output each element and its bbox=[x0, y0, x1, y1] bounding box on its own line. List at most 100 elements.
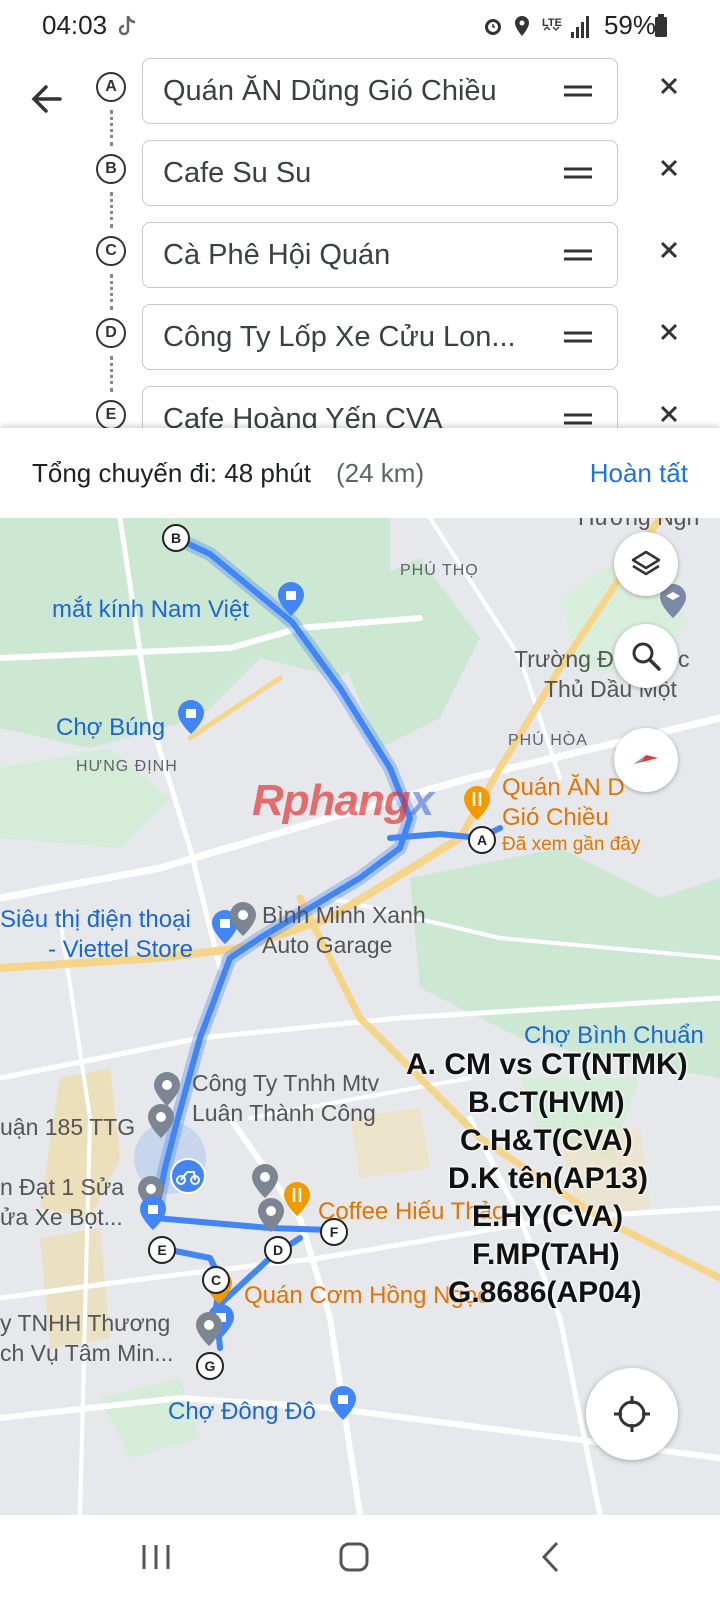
place-label: Chợ Đông Đô bbox=[168, 1398, 316, 1425]
back-icon[interactable] bbox=[530, 1537, 574, 1577]
stop-name: Cà Phê Hội Quán bbox=[163, 239, 391, 271]
place-label: Siêu thị điện thoại bbox=[0, 906, 191, 933]
overlay-note: F.MP(TAH) bbox=[472, 1238, 620, 1271]
stop-field-e[interactable]: Cafe Hoàng Yến CVA bbox=[142, 386, 618, 428]
remove-stop-button[interactable] bbox=[655, 236, 683, 264]
stop-row-c: C Cà Phê Hội Quán bbox=[0, 214, 720, 298]
trip-duration: Tổng chuyến đi: 48 phút bbox=[32, 458, 311, 488]
home-icon[interactable] bbox=[332, 1537, 376, 1577]
trip-distance: (24 km) bbox=[336, 458, 425, 488]
stop-marker-d: D bbox=[96, 318, 126, 348]
drag-handle-icon[interactable] bbox=[563, 407, 593, 428]
drag-handle-icon[interactable] bbox=[563, 79, 593, 103]
place-label: ửa Xe Bọt... bbox=[0, 1204, 123, 1230]
stop-name: Cafe Su Su bbox=[163, 157, 312, 189]
layers-button[interactable] bbox=[614, 532, 678, 596]
search-icon bbox=[632, 642, 661, 671]
place-label: uận 185 TTG bbox=[0, 1114, 136, 1140]
motorbike-icon bbox=[170, 1158, 206, 1194]
place-pin-icon[interactable] bbox=[148, 1104, 174, 1138]
alarm-icon bbox=[485, 19, 501, 35]
overlay-note: C.H&T(CVA) bbox=[460, 1124, 633, 1157]
place-label: Bình Minh Xanh bbox=[262, 902, 426, 928]
stop-row-b: B Cafe Su Su bbox=[0, 132, 720, 216]
shopping-pin-icon[interactable] bbox=[178, 700, 204, 734]
stop-marker-a: A bbox=[96, 72, 126, 102]
map-view[interactable]: Hương Ngh PHÚ THỌ mắt kính Nam Việt Trườ… bbox=[0, 518, 720, 1515]
stop-name: Công Ty Lốp Xe Cửu Lon... bbox=[163, 321, 516, 353]
stop-field-b[interactable]: Cafe Su Su bbox=[142, 140, 618, 206]
drag-handle-icon[interactable] bbox=[563, 161, 593, 185]
place-label: Gió Chiều bbox=[502, 804, 609, 831]
battery-icon bbox=[655, 14, 667, 37]
overlay-note: G.8686(AP04) bbox=[448, 1276, 642, 1309]
tiktok-icon bbox=[118, 15, 136, 36]
restaurant-pin-icon[interactable] bbox=[284, 1182, 310, 1216]
place-label: Auto Garage bbox=[262, 932, 393, 958]
route-marker-e[interactable]: E bbox=[148, 1236, 176, 1264]
stop-field-c[interactable]: Cà Phê Hội Quán bbox=[142, 222, 618, 288]
place-pin-icon[interactable] bbox=[252, 1164, 278, 1198]
drag-handle-icon[interactable] bbox=[563, 325, 593, 349]
route-marker-a[interactable]: A bbox=[468, 826, 496, 854]
restaurant-pin-icon[interactable] bbox=[464, 786, 490, 820]
remove-stop-button[interactable] bbox=[655, 154, 683, 182]
place-pin-icon[interactable] bbox=[196, 1312, 222, 1346]
search-along-route-button[interactable] bbox=[614, 624, 678, 688]
stop-name: Quán ĂN Dũng Gió Chiều bbox=[163, 75, 497, 107]
stop-row-e: E Cafe Hoàng Yến CVA bbox=[0, 378, 720, 428]
place-label: - Viettel Store bbox=[48, 936, 193, 963]
overlay-note: B.CT(HVM) bbox=[468, 1086, 625, 1119]
place-label: Quán ĂN D bbox=[502, 774, 625, 801]
done-button[interactable]: Hoàn tất bbox=[590, 458, 688, 489]
overlay-note: A. CM vs CT(NTMK) bbox=[406, 1048, 688, 1081]
stop-field-d[interactable]: Công Ty Lốp Xe Cửu Lon... bbox=[142, 304, 618, 370]
remove-stop-button[interactable] bbox=[655, 318, 683, 346]
route-marker-d[interactable]: D bbox=[264, 1236, 292, 1264]
stop-marker-c: C bbox=[96, 236, 126, 266]
compass-icon bbox=[634, 755, 658, 764]
route-marker-b[interactable]: B bbox=[162, 524, 190, 552]
battery-level: 59% bbox=[603, 10, 656, 40]
signal-icon bbox=[571, 16, 589, 38]
shopping-pin-icon[interactable] bbox=[278, 582, 304, 616]
place-label: Công Ty Tnhh Mtv bbox=[192, 1070, 380, 1096]
place-label: ch Vụ Tâm Min... bbox=[0, 1340, 174, 1366]
route-marker-g[interactable]: G bbox=[196, 1352, 224, 1380]
trip-summary-bar: Tổng chuyến đi: 48 phút (24 km) Hoàn tất bbox=[0, 428, 720, 518]
place-pin-icon[interactable] bbox=[154, 1072, 180, 1106]
route-marker-c[interactable]: C bbox=[202, 1266, 230, 1294]
drag-handle-icon[interactable] bbox=[563, 243, 593, 267]
stop-row-a: A Quán ĂN Dũng Gió Chiều bbox=[0, 50, 720, 134]
route-stops-panel: A Quán ĂN Dũng Gió Chiều B Cafe Su Su C … bbox=[0, 50, 720, 428]
status-time: 04:03 bbox=[42, 10, 108, 40]
place-label: Hương Ngh bbox=[578, 518, 699, 531]
place-label: y TNHH Thương bbox=[0, 1310, 171, 1336]
place-label: c bbox=[678, 646, 690, 672]
area-label: HƯNG ĐỊNH bbox=[76, 758, 178, 775]
stop-name: Cafe Hoàng Yến CVA bbox=[163, 403, 443, 428]
layers-icon bbox=[631, 550, 661, 576]
shopping-pin-icon[interactable] bbox=[140, 1196, 166, 1230]
area-label: PHÚ THỌ bbox=[400, 562, 479, 579]
stop-field-a[interactable]: Quán ĂN Dũng Gió Chiều bbox=[142, 58, 618, 124]
shopping-pin-icon[interactable] bbox=[330, 1386, 356, 1420]
stop-row-d: D Công Ty Lốp Xe Cửu Lon... bbox=[0, 296, 720, 380]
remove-stop-button[interactable] bbox=[655, 72, 683, 100]
my-location-icon bbox=[614, 1396, 650, 1432]
place-label: Chợ Búng bbox=[56, 714, 166, 741]
compass-button[interactable] bbox=[614, 728, 678, 792]
overlay-note: E.HY(CVA) bbox=[472, 1200, 624, 1233]
recent-apps-icon[interactable] bbox=[134, 1537, 178, 1577]
my-location-button[interactable] bbox=[586, 1368, 678, 1460]
status-icons: LTE bbox=[485, 16, 589, 38]
route-marker-f[interactable]: F bbox=[320, 1218, 348, 1246]
location-icon bbox=[515, 16, 529, 36]
place-pin-icon[interactable] bbox=[230, 902, 256, 936]
place-label: Trường Đ bbox=[514, 646, 614, 672]
place-label: Chợ Bình Chuẩn bbox=[524, 1022, 704, 1049]
place-label: Luân Thành Công bbox=[192, 1100, 376, 1126]
overlay-note: D.K tên(AP13) bbox=[448, 1162, 649, 1195]
place-pin-icon[interactable] bbox=[258, 1198, 284, 1232]
remove-stop-button[interactable] bbox=[655, 400, 683, 428]
